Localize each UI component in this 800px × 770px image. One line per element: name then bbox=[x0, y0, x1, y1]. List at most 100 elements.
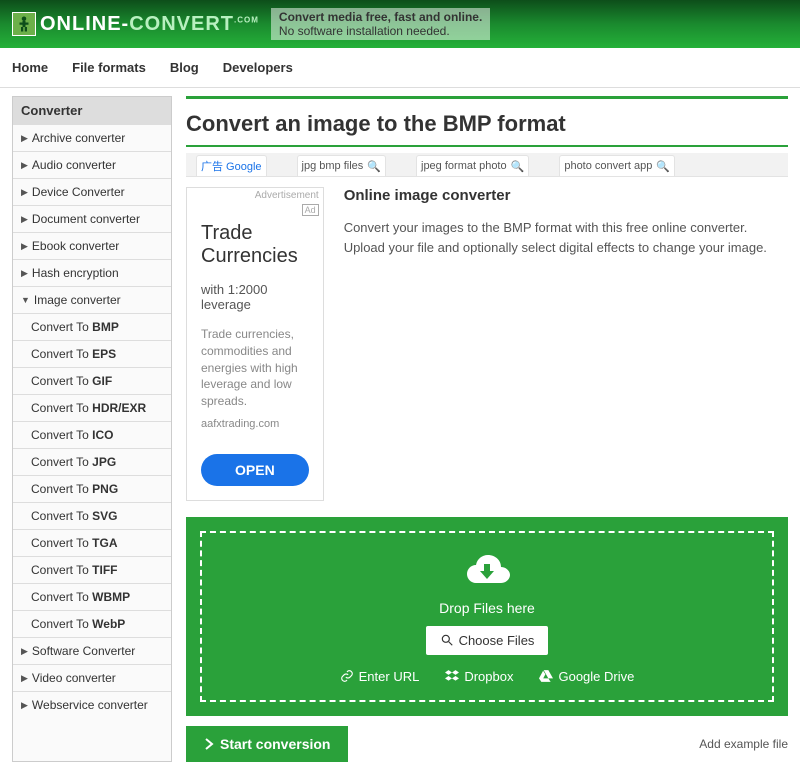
sidebar-item-label: Archive converter bbox=[32, 131, 125, 145]
sidebar-sub-item[interactable]: Convert To BMP bbox=[13, 313, 171, 340]
sidebar-item[interactable]: ▶ Document converter bbox=[13, 205, 171, 232]
ad-tab-label: jpg bmp files bbox=[302, 160, 364, 172]
page-title: Convert an image to the BMP format bbox=[186, 111, 788, 137]
sidebar-sub-item[interactable]: Convert To TGA bbox=[13, 529, 171, 556]
sidebar-sub-item[interactable]: Convert To PNG bbox=[13, 475, 171, 502]
add-example-file-link[interactable]: Add example file bbox=[699, 737, 788, 751]
sidebar: Converter ▶ Archive converter ▶ Audio conve… bbox=[12, 96, 172, 762]
sidebar-item-label: Document converter bbox=[32, 212, 140, 226]
cloud-upload-icon bbox=[218, 549, 756, 592]
sidebar-item[interactable]: ▶ Device Converter bbox=[13, 178, 171, 205]
top-banner: ONLINE-CONVERT.COM Convert media free, f… bbox=[0, 0, 800, 48]
start-conversion-button[interactable]: Start conversion bbox=[186, 726, 348, 762]
main-nav: Home File formats Blog Developers bbox=[0, 48, 800, 88]
ad-title: Trade Currencies bbox=[201, 222, 309, 268]
ad-body: Trade currencies, commodities and energi… bbox=[201, 326, 309, 410]
ad-subtitle: with 1:2000 leverage bbox=[201, 282, 309, 312]
source-gdrive-label: Google Drive bbox=[558, 669, 634, 684]
google-drive-icon bbox=[539, 669, 553, 683]
chevron-right-icon: ▶ bbox=[21, 187, 28, 198]
sidebar-sub-item[interactable]: Convert To GIF bbox=[13, 367, 171, 394]
ad-search-tab[interactable]: 广告 Google bbox=[196, 155, 267, 176]
chevron-right-icon: ▶ bbox=[21, 214, 28, 225]
source-enter-url[interactable]: Enter URL bbox=[340, 669, 420, 684]
chevron-right-icon: ▶ bbox=[21, 133, 28, 144]
source-dropbox-label: Dropbox bbox=[464, 669, 513, 684]
chevron-down-icon: ▼ bbox=[21, 295, 30, 305]
sidebar-item[interactable]: ▶ Ebook converter bbox=[13, 232, 171, 259]
sidebar-item[interactable]: ▶ Video converter bbox=[13, 664, 171, 691]
logo-text-suffix: CONVERT bbox=[129, 13, 234, 35]
drop-zone[interactable]: Drop Files here Choose Files Enter URL D… bbox=[186, 517, 788, 716]
sidebar-sub-item[interactable]: Convert To ICO bbox=[13, 421, 171, 448]
drop-zone-inner: Drop Files here Choose Files Enter URL D… bbox=[200, 531, 774, 702]
advertisement-box: Advertisement Ad Trade Currencies with 1… bbox=[186, 187, 324, 501]
chevron-right-icon: ▶ bbox=[21, 673, 28, 684]
sidebar-item[interactable]: ▼ Image converter bbox=[13, 286, 171, 313]
sidebar-sub-item[interactable]: Convert To WBMP bbox=[13, 583, 171, 610]
sidebar-item[interactable]: ▶ Hash encryption bbox=[13, 259, 171, 286]
chevron-right-icon: ▶ bbox=[21, 241, 28, 252]
sidebar-item[interactable]: ▶ Archive converter bbox=[13, 124, 171, 151]
source-url-label: Enter URL bbox=[359, 669, 420, 684]
accent-bar bbox=[186, 96, 788, 99]
link-icon bbox=[340, 669, 354, 683]
source-dropbox[interactable]: Dropbox bbox=[445, 669, 513, 684]
sidebar-sub-item[interactable]: Convert To WebP bbox=[13, 610, 171, 637]
ad-tab-label: jpeg format photo bbox=[421, 160, 507, 172]
nav-developers[interactable]: Developers bbox=[223, 60, 293, 75]
ad-tab-label: photo convert app bbox=[564, 160, 652, 172]
sidebar-item-label: Hash encryption bbox=[32, 266, 119, 280]
search-icon: 🔍 bbox=[656, 160, 670, 173]
sidebar-item-label: Software Converter bbox=[32, 644, 135, 658]
choose-files-button[interactable]: Choose Files bbox=[426, 626, 549, 655]
sidebar-sub-item[interactable]: Convert To TIFF bbox=[13, 556, 171, 583]
start-label: Start conversion bbox=[220, 736, 330, 752]
chevron-right-icon: ▶ bbox=[21, 160, 28, 171]
search-icon bbox=[440, 633, 454, 647]
title-underline bbox=[186, 145, 788, 147]
sidebar-item-label: Device Converter bbox=[32, 185, 125, 199]
sidebar-sub-item[interactable]: Convert To JPG bbox=[13, 448, 171, 475]
sidebar-item[interactable]: ▶Software Converter bbox=[13, 637, 171, 664]
tagline-sub: No software installation needed. bbox=[279, 24, 450, 38]
sidebar-sub-item[interactable]: Convert To EPS bbox=[13, 340, 171, 367]
drop-label: Drop Files here bbox=[218, 600, 756, 616]
intro-heading: Online image converter bbox=[344, 187, 788, 204]
nav-home[interactable]: Home bbox=[12, 60, 48, 75]
ad-open-button[interactable]: OPEN bbox=[201, 454, 309, 486]
sidebar-item-label: Webservice converter bbox=[32, 698, 148, 712]
sidebar-sub-item[interactable]: Convert To SVG bbox=[13, 502, 171, 529]
ad-search-tab[interactable]: jpg bmp files🔍 bbox=[297, 155, 386, 176]
chevron-right-icon bbox=[204, 738, 214, 750]
ad-tab-label: 广告 Google bbox=[201, 158, 262, 174]
nav-blog[interactable]: Blog bbox=[170, 60, 199, 75]
main-content: Convert an image to the BMP format 广告 Go… bbox=[186, 96, 788, 762]
sidebar-item-label: Audio converter bbox=[32, 158, 116, 172]
chevron-right-icon: ▶ bbox=[21, 268, 28, 279]
ad-search-tabs: 广告 Googlejpg bmp files🔍jpeg format photo… bbox=[186, 153, 788, 177]
logo-text-prefix: ONLINE- bbox=[40, 13, 129, 35]
sidebar-item[interactable]: ▶ Webservice converter bbox=[13, 691, 171, 718]
tagline-bold: Convert media free, fast and online. bbox=[279, 10, 482, 24]
sidebar-item-label: Video converter bbox=[32, 671, 116, 685]
sidebar-sub-item[interactable]: Convert To HDR/EXR bbox=[13, 394, 171, 421]
ad-search-tab[interactable]: photo convert app 🔍 bbox=[559, 155, 675, 176]
logo-text-sup: .COM bbox=[234, 15, 259, 24]
intro-body: Convert your images to the BMP format wi… bbox=[344, 218, 788, 257]
tagline: Convert media free, fast and online. No … bbox=[271, 8, 490, 40]
chevron-right-icon: ▶ bbox=[21, 700, 28, 711]
sidebar-title: Converter bbox=[13, 97, 171, 124]
choose-files-label: Choose Files bbox=[459, 633, 535, 648]
sidebar-item[interactable]: ▶ Audio converter bbox=[13, 151, 171, 178]
source-google-drive[interactable]: Google Drive bbox=[539, 669, 634, 684]
ad-search-tab[interactable]: jpeg format photo🔍 bbox=[416, 155, 529, 176]
site-logo[interactable]: ONLINE-CONVERT.COM bbox=[12, 12, 259, 36]
dropbox-icon bbox=[445, 669, 459, 683]
sidebar-item-label: Image converter bbox=[34, 293, 121, 307]
sidebar-item-label: Ebook converter bbox=[32, 239, 119, 253]
ad-label: Advertisement bbox=[255, 190, 319, 201]
ad-domain: aafxtrading.com bbox=[201, 418, 309, 430]
ad-corner-badge: Ad bbox=[302, 204, 319, 216]
nav-file-formats[interactable]: File formats bbox=[72, 60, 146, 75]
